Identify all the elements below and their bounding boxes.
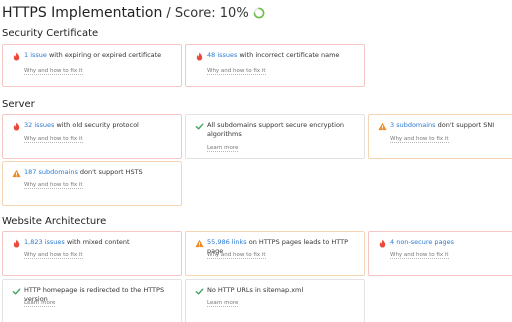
subdomain-count-link[interactable]: 3 subdomains bbox=[390, 121, 436, 129]
card-homepage-redirect: HTTP homepage is redirected to the HTTPS… bbox=[2, 279, 182, 322]
link-count-link[interactable]: 55,986 links bbox=[207, 238, 247, 246]
section-title-server: Server bbox=[2, 99, 35, 110]
warning-triangle-icon bbox=[12, 169, 21, 178]
why-fix-link[interactable]: Why and how to fix it bbox=[24, 252, 83, 259]
issue-text: with old security protocol bbox=[54, 121, 139, 129]
section-title-website-architecture: Website Architecture bbox=[2, 216, 107, 227]
issue-text: with mixed content bbox=[64, 238, 130, 246]
learn-more-link[interactable]: Learn more bbox=[24, 300, 56, 307]
why-fix-link[interactable]: Why and how to fix it bbox=[390, 136, 449, 143]
fire-icon bbox=[13, 122, 20, 131]
issue-text: don't support HSTS bbox=[77, 168, 143, 176]
card-sitemap-http-urls: No HTTP URLs in sitemap.xml Learn more bbox=[185, 279, 365, 322]
why-fix-link[interactable]: Why and how to fix it bbox=[390, 252, 449, 259]
progress-spinner-icon bbox=[253, 7, 265, 19]
card-non-secure-pages: 4 non-secure pages Why and how to fix it bbox=[368, 231, 512, 276]
why-fix-link[interactable]: Why and how to fix it bbox=[207, 252, 266, 259]
subdomain-count-link[interactable]: 187 subdomains bbox=[24, 168, 78, 176]
issue-text: don't support SNI bbox=[435, 121, 495, 129]
warning-triangle-icon bbox=[195, 239, 204, 248]
page-title: HTTPS Implementation bbox=[2, 5, 163, 21]
card-old-security-protocol: 32 issues with old security protocol Why… bbox=[2, 114, 182, 159]
fire-icon bbox=[379, 239, 386, 248]
card-expired-certificate: 1 issue with expiring or expired certifi… bbox=[2, 44, 182, 87]
issue-text: with incorrect certificate name bbox=[237, 51, 340, 59]
why-fix-link[interactable]: Why and how to fix it bbox=[207, 68, 266, 75]
warning-triangle-icon bbox=[378, 122, 387, 131]
why-fix-link[interactable]: Why and how to fix it bbox=[24, 68, 83, 75]
score-label: / Score: 10% bbox=[166, 5, 249, 21]
checkmark-icon bbox=[195, 288, 204, 295]
checkmark-icon bbox=[195, 123, 204, 130]
card-secure-encryption: All subdomains support secure encryption… bbox=[185, 114, 365, 159]
issue-text: with expiring or expired certificate bbox=[46, 51, 162, 59]
checkmark-icon bbox=[12, 288, 21, 295]
fire-icon bbox=[13, 239, 20, 248]
learn-more-link[interactable]: Learn more bbox=[207, 145, 239, 152]
page-header: HTTPS Implementation / Score: 10% bbox=[2, 3, 265, 23]
why-fix-link[interactable]: Why and how to fix it bbox=[24, 182, 83, 189]
issue-count-link[interactable]: 1,823 issues bbox=[24, 238, 65, 246]
issue-count-link[interactable]: 1 issue bbox=[24, 51, 47, 59]
card-hsts-support: 187 subdomains don't support HSTS Why an… bbox=[2, 161, 182, 206]
card-mixed-content: 1,823 issues with mixed content Why and … bbox=[2, 231, 182, 276]
card-incorrect-certificate-name: 48 issues with incorrect certificate nam… bbox=[185, 44, 365, 87]
why-fix-link[interactable]: Why and how to fix it bbox=[24, 136, 83, 143]
issue-count-link[interactable]: 48 issues bbox=[207, 51, 237, 59]
non-secure-pages-link[interactable]: 4 non-secure pages bbox=[390, 238, 454, 246]
card-sni-support: 3 subdomains don't support SNI Why and h… bbox=[368, 114, 512, 159]
section-title-security-certificate: Security Certificate bbox=[2, 28, 99, 39]
fire-icon bbox=[13, 52, 20, 61]
issue-text: No HTTP URLs in sitemap.xml bbox=[207, 286, 304, 294]
card-https-links-to-http: 55,986 links on HTTPS pages leads to HTT… bbox=[185, 231, 365, 276]
learn-more-link[interactable]: Learn more bbox=[207, 300, 239, 307]
issue-text: All subdomains support secure encryption… bbox=[207, 121, 345, 138]
issue-count-link[interactable]: 32 issues bbox=[24, 121, 54, 129]
fire-icon bbox=[196, 52, 203, 61]
